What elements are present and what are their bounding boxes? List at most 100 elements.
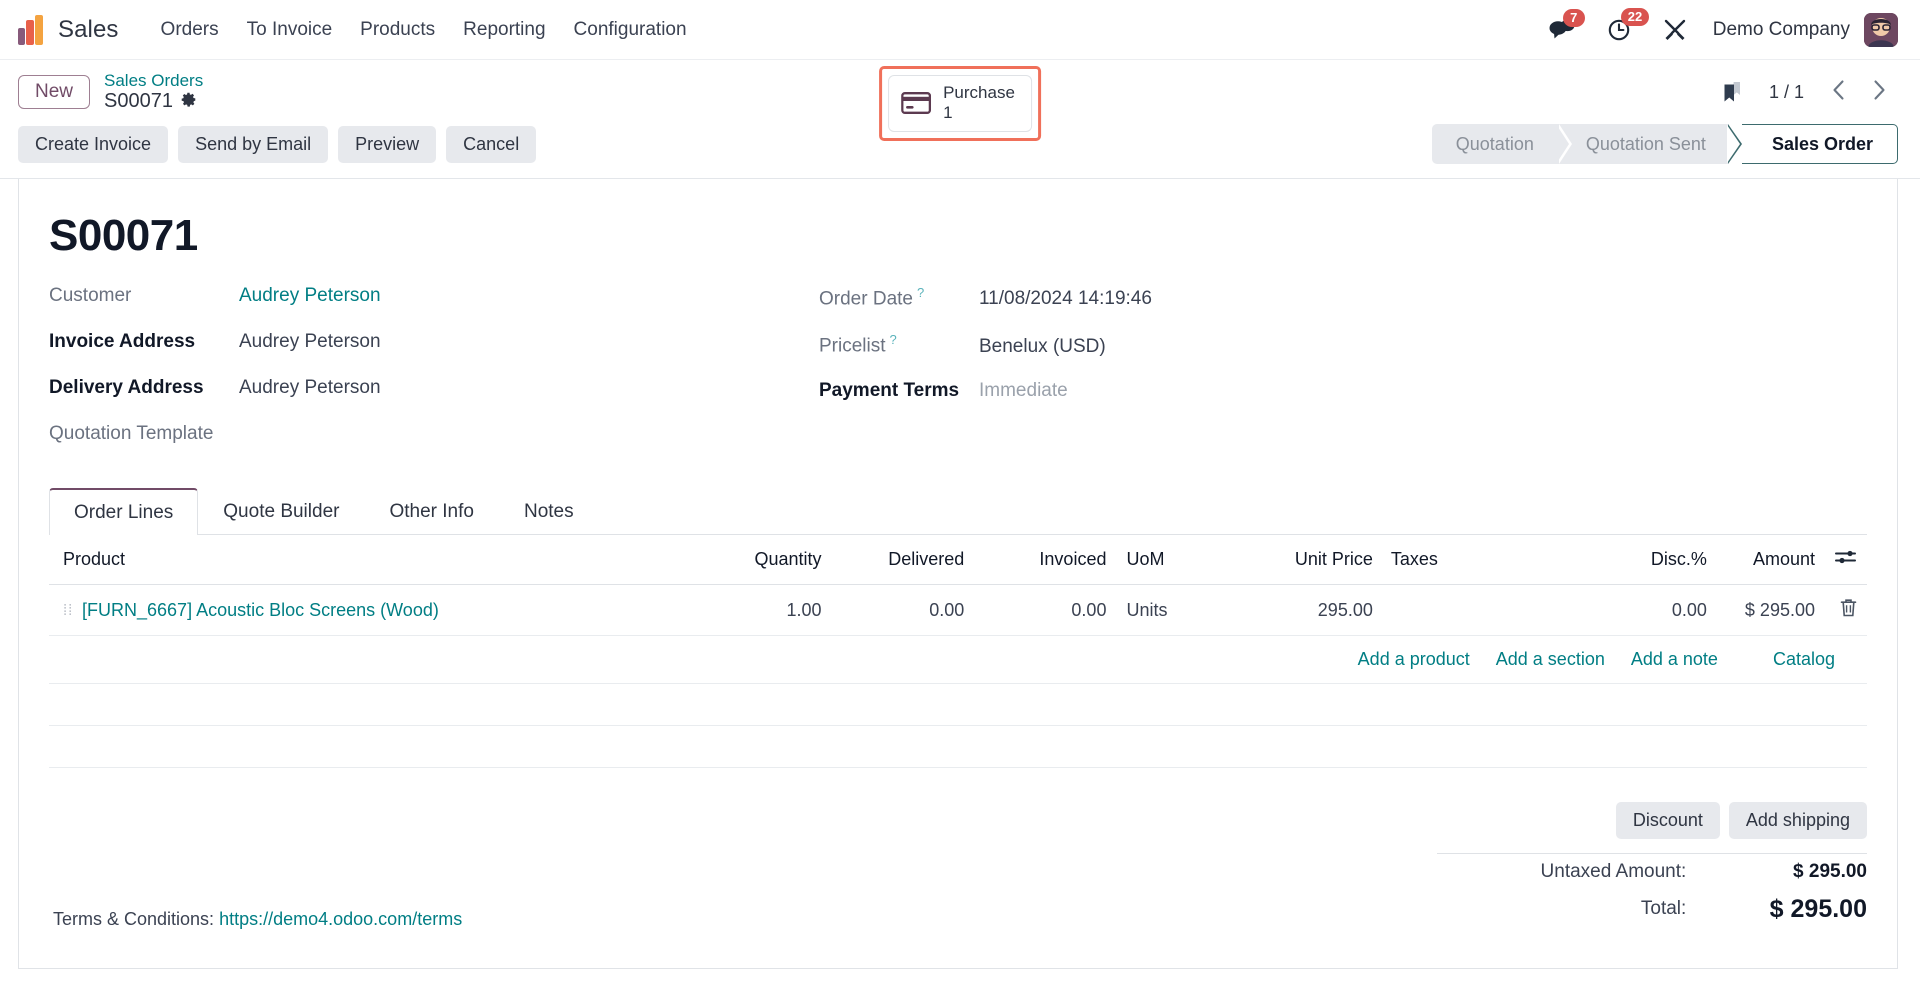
tab-order-lines[interactable]: Order Lines <box>49 488 199 535</box>
totals-table: Untaxed Amount: $ 295.00 Total: $ 295.00 <box>1437 853 1867 930</box>
discount-button[interactable]: Discount <box>1615 802 1720 839</box>
company-switcher[interactable]: Demo Company <box>1713 19 1850 41</box>
cell-delete[interactable] <box>1825 584 1867 636</box>
tools-icon <box>1664 19 1685 40</box>
field-quotation-template: Quotation Template <box>49 423 819 447</box>
bookmark-button[interactable] <box>1720 80 1745 105</box>
terms-link[interactable]: https://demo4.odoo.com/terms <box>219 909 462 929</box>
empty-row <box>49 725 1867 768</box>
field-invoice-address-value[interactable]: Audrey Peterson <box>239 331 381 353</box>
untaxed-amount-label: Untaxed Amount: <box>1540 860 1687 882</box>
add-links-row: Add a product Add a section Add a note C… <box>49 635 1867 684</box>
pager-previous-button[interactable] <box>1820 76 1857 108</box>
cancel-button[interactable]: Cancel <box>446 125 537 163</box>
field-payment-terms-value[interactable]: Immediate <box>979 380 1068 402</box>
tab-notes[interactable]: Notes <box>499 488 599 535</box>
field-order-date-label-text: Order Date <box>819 288 913 310</box>
chevron-left-icon <box>1833 80 1844 100</box>
activities-button[interactable]: 22 <box>1607 7 1650 42</box>
page-title: S00071 <box>49 211 198 260</box>
cell-invoiced[interactable]: 0.00 <box>974 584 1117 636</box>
stat-button-highlight: Purchase 1 <box>879 66 1041 141</box>
add-a-product-link[interactable]: Add a product <box>1358 649 1470 669</box>
sheet-area: S00071 Customer Audrey Peterson Invoice … <box>0 179 1920 969</box>
messages-button[interactable]: 7 <box>1549 8 1585 41</box>
column-quantity[interactable]: Quantity <box>689 535 832 585</box>
field-order-date-label: Order Date? <box>819 285 979 310</box>
field-order-date-value[interactable]: 11/08/2024 14:19:46 <box>979 288 1152 310</box>
bookmark-icon <box>1724 81 1740 101</box>
cell-unit-price[interactable]: 295.00 <box>1240 584 1383 636</box>
cell-amount[interactable]: $ 295.00 <box>1716 584 1825 636</box>
add-shipping-button[interactable]: Add shipping <box>1728 802 1867 839</box>
menu-products[interactable]: Products <box>346 13 449 47</box>
messages-badge: 7 <box>1562 8 1585 28</box>
add-a-note-link[interactable]: Add a note <box>1631 649 1718 669</box>
totals-block: Discount Add shipping Untaxed Amount: $ … <box>1437 802 1867 930</box>
help-icon[interactable]: ? <box>917 285 924 300</box>
status-stage-sales-order[interactable]: Sales Order <box>1741 124 1898 164</box>
record-sheet: S00071 Customer Audrey Peterson Invoice … <box>18 179 1898 969</box>
field-delivery-address-value[interactable]: Audrey Peterson <box>239 377 381 399</box>
gear-icon[interactable] <box>180 91 197 112</box>
field-pricelist-value[interactable]: Benelux (USD) <box>979 336 1106 358</box>
field-invoice-address: Invoice Address Audrey Peterson <box>49 331 819 355</box>
pager-next-button[interactable] <box>1861 76 1898 108</box>
tab-quote-builder[interactable]: Quote Builder <box>198 488 364 535</box>
menu-configuration[interactable]: Configuration <box>560 13 701 47</box>
column-delivered[interactable]: Delivered <box>831 535 975 585</box>
column-product[interactable]: Product <box>49 535 690 585</box>
column-discount[interactable]: Disc.% <box>1592 535 1717 585</box>
cell-uom[interactable]: Units <box>1116 584 1241 636</box>
trash-icon[interactable] <box>1840 599 1857 621</box>
pager-value[interactable]: 1 / 1 <box>1769 82 1804 103</box>
new-button[interactable]: New <box>18 75 91 109</box>
terms-and-conditions: Terms & Conditions: https://demo4.odoo.c… <box>49 909 462 930</box>
cell-discount[interactable]: 0.00 <box>1592 584 1717 636</box>
status-stage-quotation-sent[interactable]: Quotation Sent <box>1555 124 1745 164</box>
cell-quantity[interactable]: 1.00 <box>689 584 832 636</box>
help-icon[interactable]: ? <box>890 332 897 347</box>
column-options-icon <box>1835 550 1856 564</box>
cell-product[interactable]: ⁞⁞ [FURN_6667] Acoustic Bloc Screens (Wo… <box>49 584 690 636</box>
status-stage-quotation[interactable]: Quotation <box>1431 124 1572 164</box>
breadcrumb-parent[interactable]: Sales Orders <box>104 71 203 91</box>
total-row-total: Total: $ 295.00 <box>1437 889 1867 930</box>
send-by-email-button[interactable]: Send by Email <box>178 125 329 163</box>
preview-button[interactable]: Preview <box>338 125 437 163</box>
table-row[interactable]: ⁞⁞ [FURN_6667] Acoustic Bloc Screens (Wo… <box>49 584 1867 636</box>
tab-other-info[interactable]: Other Info <box>364 488 499 535</box>
menu-reporting[interactable]: Reporting <box>449 13 559 47</box>
cell-taxes[interactable] <box>1382 584 1593 636</box>
breadcrumb-current: S00071 <box>104 90 203 113</box>
sheet-footer: Terms & Conditions: https://demo4.odoo.c… <box>49 802 1867 930</box>
add-a-section-link[interactable]: Add a section <box>1496 649 1605 669</box>
cell-product-link[interactable]: [FURN_6667] Acoustic Bloc Screens (Wood) <box>82 600 439 620</box>
purchase-stat-button[interactable]: Purchase 1 <box>888 75 1032 132</box>
field-customer-value[interactable]: Audrey Peterson <box>239 285 381 307</box>
control-panel-top: New Sales Orders S00071 Purchase 1 1 / 1 <box>0 60 1920 141</box>
column-amount[interactable]: Amount <box>1716 535 1825 585</box>
order-lines-header: Product Quantity Delivered Invoiced UoM … <box>49 535 1867 585</box>
avatar[interactable] <box>1864 12 1898 47</box>
debug-tools-button[interactable] <box>1663 18 1687 42</box>
notebook-tabs: Order Lines Quote Builder Other Info Not… <box>49 487 1867 535</box>
field-order-date: Order Date? 11/08/2024 14:19:46 <box>819 285 1519 310</box>
total-value: $ 295.00 <box>1769 894 1867 923</box>
app-name-sales[interactable]: Sales <box>58 16 119 44</box>
create-invoice-button[interactable]: Create Invoice <box>18 125 169 163</box>
catalog-link[interactable]: Catalog <box>1773 649 1835 669</box>
column-uom[interactable]: UoM <box>1116 535 1241 585</box>
menu-orders[interactable]: Orders <box>147 13 233 47</box>
column-options-button[interactable] <box>1825 535 1867 585</box>
column-unit-price[interactable]: Unit Price <box>1240 535 1383 585</box>
menu-to-invoice[interactable]: To Invoice <box>233 13 347 47</box>
odoo-logo-icon[interactable] <box>18 14 44 45</box>
column-invoiced[interactable]: Invoiced <box>974 535 1117 585</box>
breadcrumb: Sales Orders S00071 <box>104 71 203 114</box>
top-navbar: Sales Orders To Invoice Products Reporti… <box>0 0 1920 60</box>
drag-handle-icon[interactable]: ⁞⁞ <box>63 603 77 618</box>
column-taxes[interactable]: Taxes <box>1382 535 1593 585</box>
cell-delivered[interactable]: 0.00 <box>831 584 975 636</box>
user-avatar-icon <box>1864 12 1898 47</box>
